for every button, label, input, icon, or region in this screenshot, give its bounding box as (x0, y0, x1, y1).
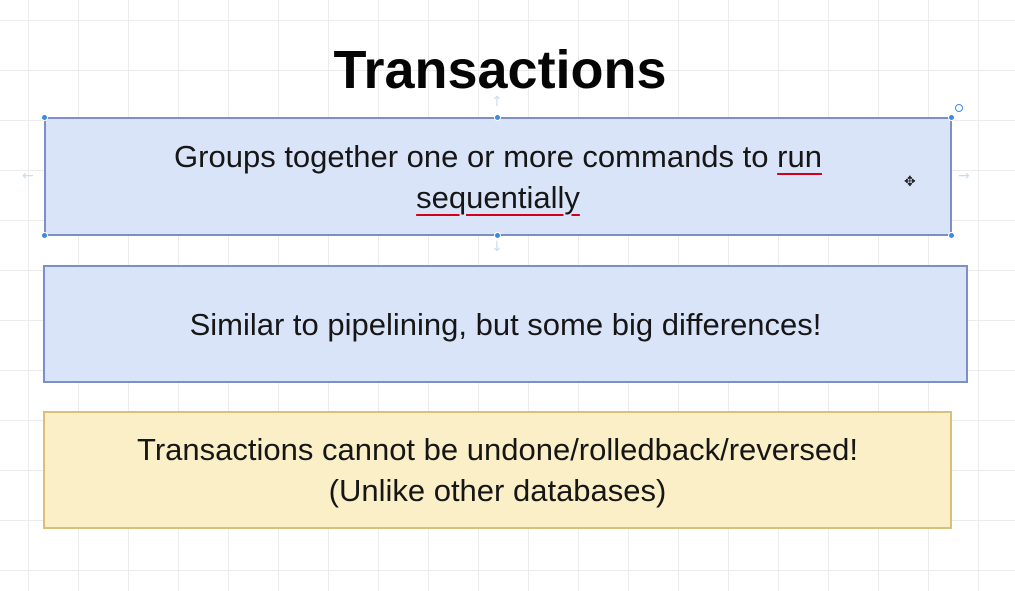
connect-arrow-down-icon[interactable]: ↓ (491, 240, 503, 254)
box2-line1: Similar to pipelining, but some big diff… (189, 306, 822, 342)
resize-handle-bottom-left[interactable] (41, 232, 48, 239)
resize-handle-bottom-middle[interactable] (494, 232, 501, 239)
connect-arrow-up-icon[interactable]: ↑ (491, 95, 503, 109)
resize-handle-top-left[interactable] (41, 114, 48, 121)
crosshair-move-cursor-icon: ✥ (904, 174, 916, 190)
resize-handle-bottom-right[interactable] (948, 232, 955, 239)
rotate-handle-icon[interactable] (955, 104, 963, 112)
resize-handle-top-middle[interactable] (494, 114, 501, 121)
no-rollback-box[interactable]: Transactions cannot be undone/rolledback… (43, 411, 952, 529)
spellcheck-word-sequentially[interactable]: sequentially (416, 180, 580, 215)
resize-handle-top-right[interactable] (948, 114, 955, 121)
connect-arrow-right-icon[interactable]: → (958, 169, 970, 183)
connect-arrow-left-icon[interactable]: ← (22, 169, 34, 183)
pipelining-comparison-box[interactable]: Similar to pipelining, but some big diff… (43, 265, 968, 383)
box3-line1: Transactions cannot be undone/rolledback… (137, 432, 858, 467)
box1-line1: Groups together one or more commands to … (174, 136, 822, 177)
box3-line2: (Unlike other databases) (328, 473, 667, 508)
groups-commands-box[interactable]: Groups together one or more commands to … (44, 117, 952, 236)
box1-line1-text: Groups together one or more commands to (174, 138, 778, 174)
spellcheck-word-run[interactable]: run (777, 139, 822, 174)
box1-line2: sequentially (416, 177, 580, 218)
